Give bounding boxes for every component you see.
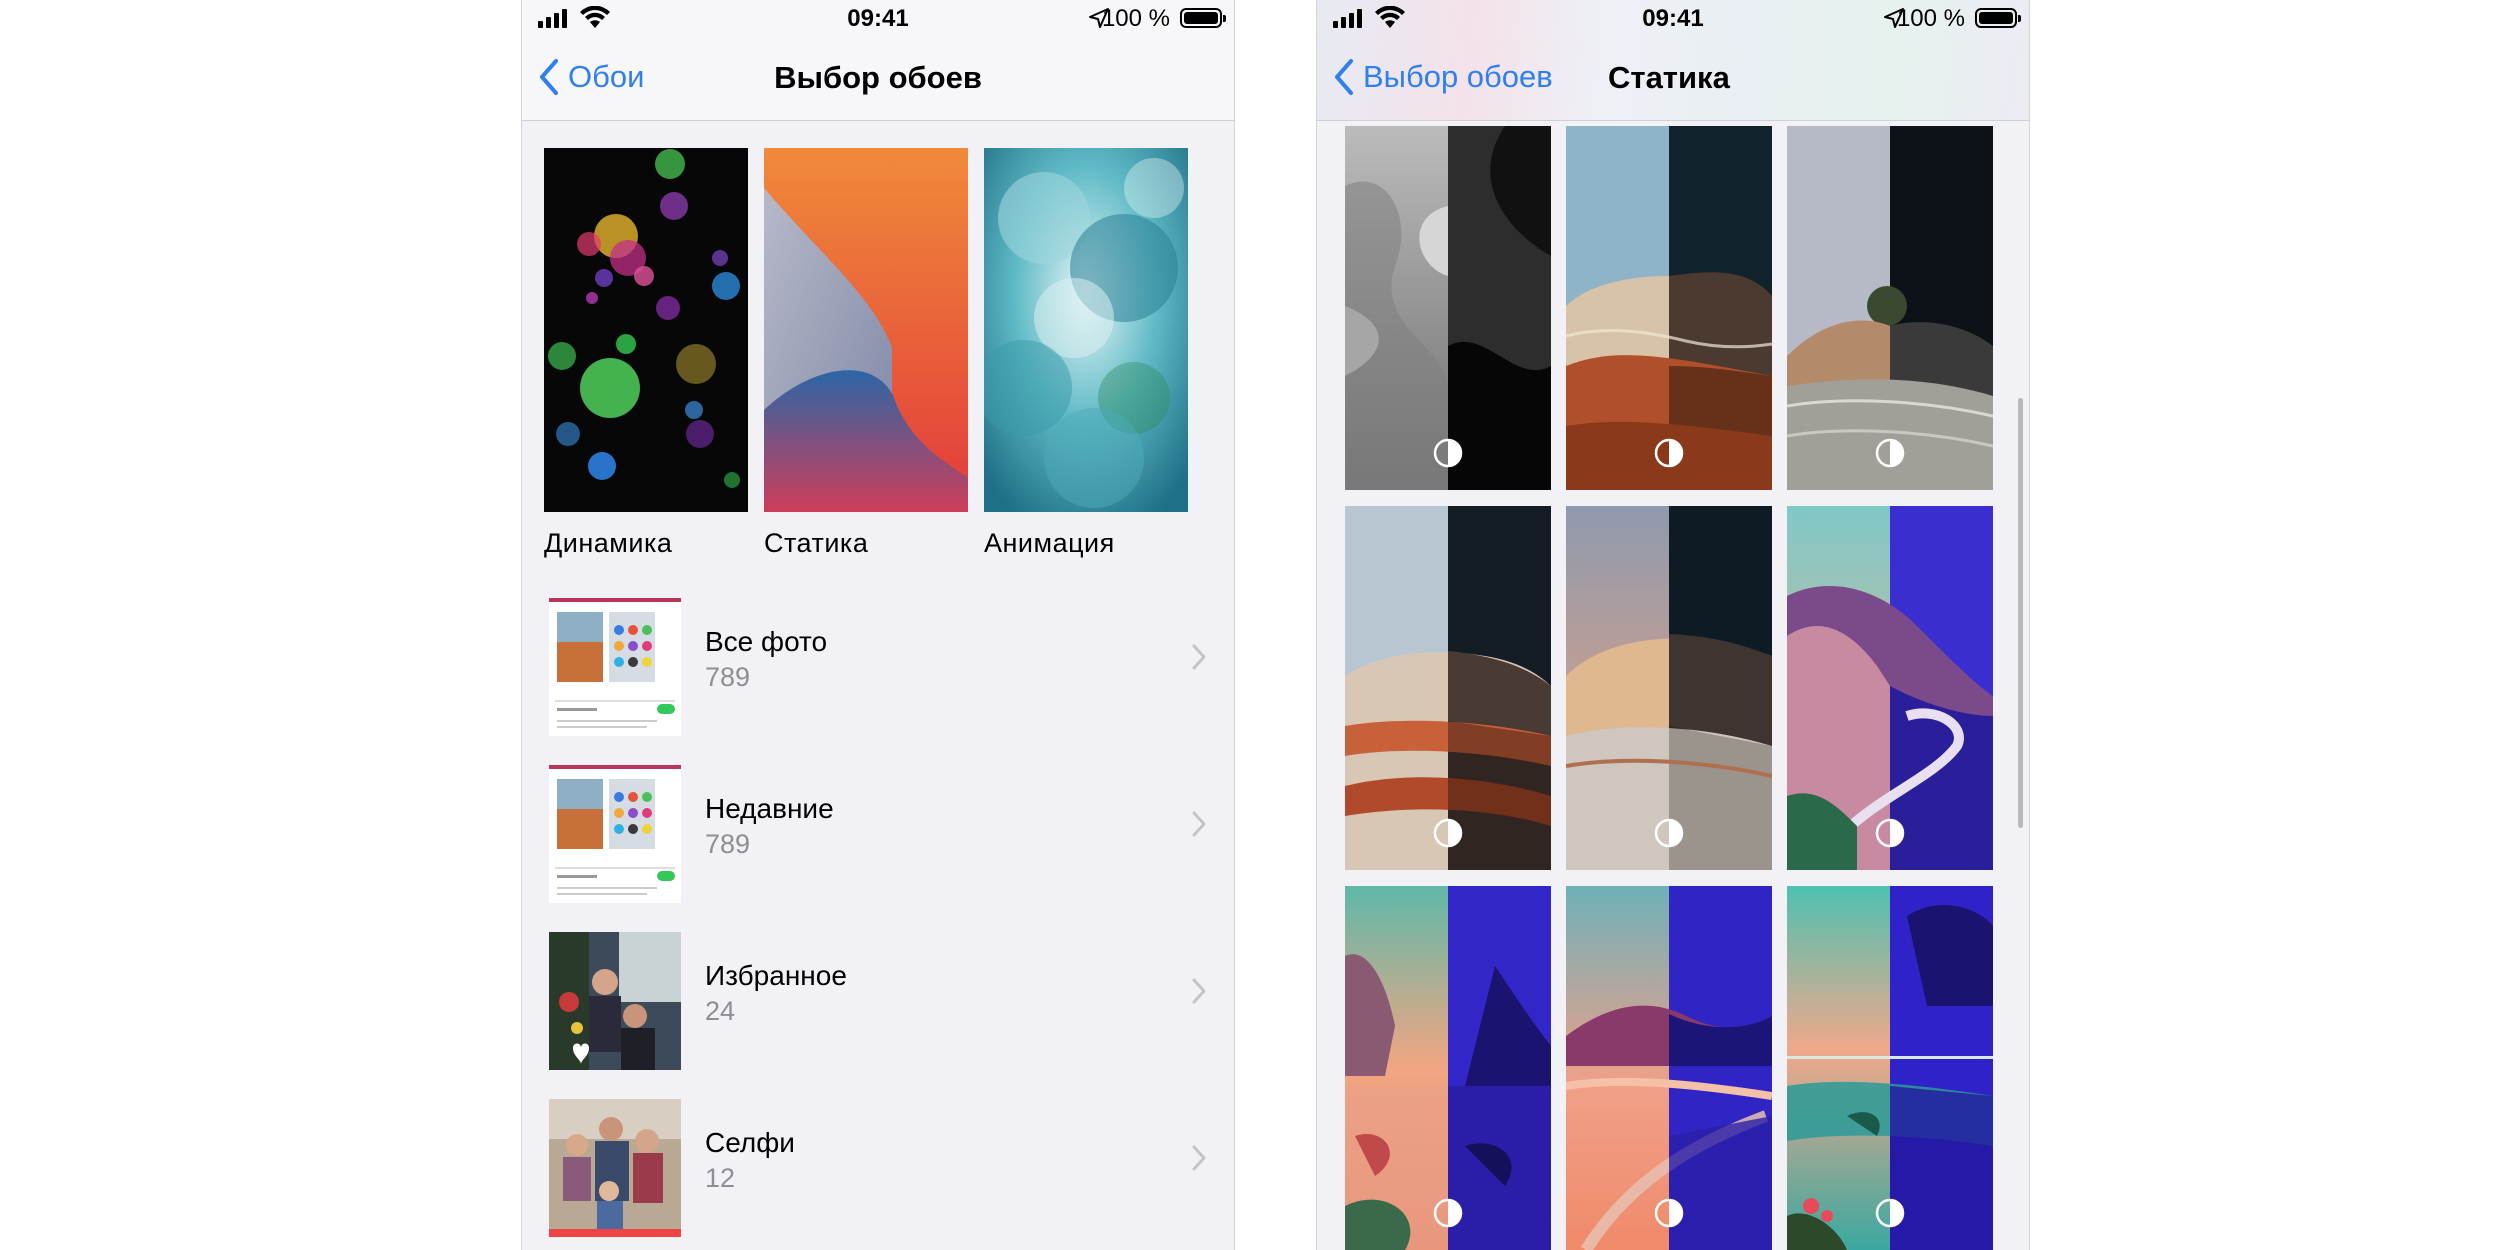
light-dark-mode-icon <box>1875 1198 1905 1228</box>
light-dark-mode-icon <box>1654 1198 1684 1228</box>
chevron-right-icon <box>1192 1145 1206 1171</box>
chevron-left-icon <box>1335 59 1353 95</box>
album-thumbnail <box>549 765 681 903</box>
album-name: Недавние <box>705 793 834 824</box>
album-row-selfies[interactable]: Селфи 12 <box>522 1087 1234 1250</box>
static-wallpaper-thumbnail <box>764 148 968 512</box>
status-bar: 09:41 100 % <box>522 0 1234 38</box>
album-count: 24 <box>705 996 736 1026</box>
wallpaper-tile[interactable] <box>1787 506 1993 870</box>
album-name: Избранное <box>705 960 847 991</box>
light-dark-mode-icon <box>1654 818 1684 848</box>
light-dark-mode-icon <box>1433 818 1463 848</box>
wallpaper-tile[interactable] <box>1787 126 1993 490</box>
category-label: Статика <box>764 528 869 558</box>
page-title: Выбор обоев <box>774 60 982 95</box>
category-animation[interactable]: Анимация <box>984 148 1188 559</box>
wallpaper-tile[interactable] <box>1566 126 1772 490</box>
category-label: Анимация <box>984 528 1115 558</box>
album-row-all-photos[interactable]: Все фото 789 <box>522 586 1234 753</box>
static-wallpapers-screen: 09:41 100 % Выбор обоев Статика <box>1316 0 2030 1250</box>
chevron-right-icon <box>1192 978 1206 1004</box>
back-button[interactable]: Выбор обоев <box>1333 58 1553 96</box>
light-dark-mode-icon <box>1875 438 1905 468</box>
wallpaper-tile[interactable] <box>1345 506 1551 870</box>
chevron-right-icon <box>1192 811 1206 837</box>
navigation-bar: Выбор обоев Статика <box>1317 38 2029 121</box>
battery-icon <box>1180 8 1226 28</box>
album-thumbnail <box>549 932 681 1070</box>
page-title: Статика <box>1608 60 1730 95</box>
wallpaper-tile[interactable] <box>1787 886 1993 1250</box>
battery-percent: 100 % <box>1896 5 1965 32</box>
album-thumbnail <box>549 1099 681 1237</box>
light-dark-mode-icon <box>1654 438 1684 468</box>
vertical-scrollbar[interactable] <box>2018 398 2023 828</box>
album-count: 12 <box>705 1163 736 1193</box>
status-bar: 09:41 100 % <box>1317 0 2029 38</box>
category-static[interactable]: Статика <box>764 148 968 559</box>
album-row-recents[interactable]: Недавние 789 <box>522 753 1234 920</box>
dynamic-wallpaper-thumbnail <box>544 148 748 512</box>
light-dark-mode-icon <box>1875 818 1905 848</box>
category-label: Динамика <box>544 528 673 558</box>
album-name: Селфи <box>705 1127 795 1158</box>
album-count: 789 <box>705 662 751 692</box>
wallpaper-tile[interactable] <box>1345 126 1551 490</box>
album-count: 789 <box>705 829 751 859</box>
wallpaper-tile[interactable] <box>1566 506 1772 870</box>
navigation-bar: Обои Выбор обоев <box>522 38 1234 121</box>
album-name: Все фото <box>705 626 828 657</box>
light-dark-mode-icon <box>1433 1198 1463 1228</box>
wallpaper-chooser-screen: 09:41 100 % Обои Выбор обоев Динамика Ст… <box>521 0 1235 1250</box>
battery-percent: 100 % <box>1101 5 1170 32</box>
battery-icon <box>1975 8 2021 28</box>
wallpaper-tile[interactable] <box>1345 886 1551 1250</box>
album-row-favorites[interactable]: Избранное 24 <box>522 920 1234 1087</box>
back-button-label: Выбор обоев <box>1363 59 1553 94</box>
category-dynamic[interactable]: Динамика <box>544 148 748 559</box>
animated-wallpaper-thumbnail <box>984 148 1188 512</box>
light-dark-mode-icon <box>1433 438 1463 468</box>
chevron-right-icon <box>1192 644 1206 670</box>
wallpaper-tile[interactable] <box>1566 886 1772 1250</box>
album-thumbnail <box>549 598 681 736</box>
